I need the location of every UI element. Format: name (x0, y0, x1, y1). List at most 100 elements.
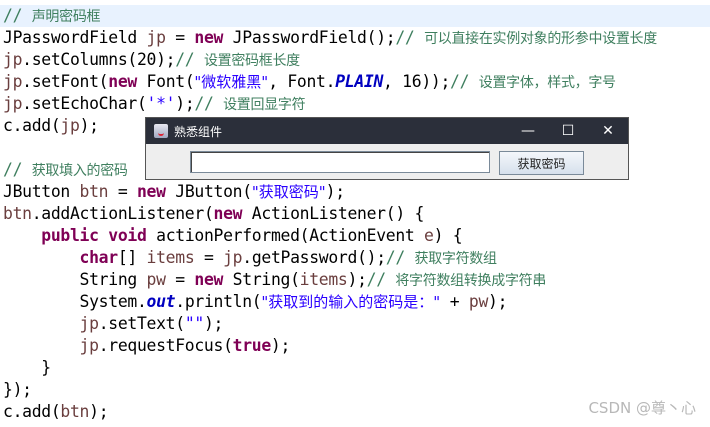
variable: pw (468, 292, 489, 311)
code-text: [] (117, 248, 147, 267)
code-line: jp.setEchoChar('*');// 设置回显字符 (3, 93, 710, 115)
variable: btn (79, 182, 109, 201)
code-line: jp.setText(""); (3, 313, 710, 335)
variable: jp (79, 314, 99, 333)
code-line: String pw = new String(items);// 将字符数组转换… (3, 269, 710, 291)
code-text: .getPassword(); (242, 248, 386, 267)
code-text: String (3, 270, 147, 289)
code-text: + (440, 292, 469, 311)
code-line: char[] items = jp.getPassword();// 获取字符数… (3, 247, 710, 269)
code-line: // 声明密码框 (0, 5, 710, 27)
code-text: .requestFocus( (98, 336, 233, 355)
code-editor[interactable]: // 声明密码框 JPasswordField jp = new JPasswor… (0, 5, 710, 423)
code-text: c.add( (3, 402, 61, 421)
close-icon[interactable]: ✕ (588, 123, 628, 139)
keyword: char (79, 248, 119, 267)
string-literal: '*' (146, 94, 176, 113)
static-field: PLAIN (335, 72, 384, 91)
code-text: JButton( (165, 182, 252, 201)
password-field[interactable] (190, 151, 490, 173)
code-line: jp.setColumns(20);// 设置密码框长度 (3, 49, 710, 71)
variable: jp (223, 248, 243, 267)
code-text: .setText( (98, 314, 185, 333)
code-text: , 16)); (383, 72, 451, 91)
string-literal: "获取密码" (251, 183, 326, 201)
static-field: out (146, 292, 176, 311)
code-text: .setEchoChar( (22, 94, 147, 113)
code-line: JPasswordField jp = new JPasswordField()… (3, 27, 710, 49)
code-text: .addActionListener( (31, 204, 214, 223)
code-text: actionPerformed(ActionEvent (146, 226, 425, 245)
code-text: JButton (3, 182, 80, 201)
variable: items (146, 248, 195, 267)
code-text: JPasswordField(); (223, 28, 396, 47)
code-text: } (3, 358, 51, 377)
variable: btn (3, 204, 32, 223)
code-text: }); (3, 380, 32, 399)
comment: // 设置回显字符 (194, 94, 306, 113)
java-app-icon (154, 124, 168, 138)
window-titlebar[interactable]: 熟悉组件 — ☐ ✕ (146, 118, 628, 144)
variable: items (299, 270, 348, 289)
code-line: jp.requestFocus(true); (3, 335, 710, 357)
code-text: .setFont( (22, 72, 109, 91)
code-line: JButton btn = new JButton("获取密码"); (3, 181, 710, 203)
code-text: ); (270, 336, 291, 355)
code-text: Font( (136, 72, 195, 91)
variable: jp (146, 28, 166, 47)
comment: // 可以直接在实例对象的形参中设置长度 (395, 28, 657, 47)
variable: e (424, 226, 434, 245)
variable: jp (3, 72, 23, 91)
variable: jp (60, 116, 80, 135)
variable: btn (60, 402, 90, 421)
string-literal: "" (184, 314, 204, 333)
comment: // 获取填入的密码 (3, 160, 128, 179)
code-line: } (3, 357, 710, 379)
variable: jp (79, 336, 99, 355)
java-window: 熟悉组件 — ☐ ✕ 获取密码 (145, 117, 629, 180)
code-text: , Font. (268, 72, 336, 91)
string-literal: "微软雅黑" (194, 73, 269, 91)
keyword: new (194, 270, 224, 289)
minimize-icon[interactable]: — (508, 123, 548, 139)
code-text: JPasswordField (3, 28, 147, 47)
code-text: ); (347, 270, 367, 289)
keyword: public (41, 226, 99, 245)
code-line: jp.setFont(new Font("微软雅黑", Font.PLAIN, … (3, 71, 710, 93)
code-text: ); (79, 116, 99, 135)
maximize-icon[interactable]: ☐ (548, 123, 588, 139)
code-text: = (165, 270, 195, 289)
string-literal: "获取到的输入的密码是：" (261, 293, 441, 311)
window-title: 熟悉组件 (174, 124, 223, 139)
code-text: ); (175, 94, 195, 113)
code-text: ActionListener() { (242, 204, 425, 223)
code-text: ); (488, 292, 508, 311)
code-text: = (194, 248, 224, 267)
code-line: System.out.println("获取到的输入的密码是：" + pw); (3, 291, 710, 313)
code-text: = (165, 28, 195, 47)
code-text: ); (89, 402, 109, 421)
get-password-button[interactable]: 获取密码 (499, 151, 584, 175)
code-line: btn.addActionListener(new ActionListener… (3, 203, 710, 225)
comment: // 声明密码框 (3, 6, 101, 25)
keyword: new (108, 72, 137, 91)
keyword: new (194, 28, 224, 47)
code-line: public void actionPerformed(ActionEvent … (3, 225, 710, 247)
code-text: = (108, 182, 137, 201)
code-text: ); (325, 182, 345, 201)
variable: jp (3, 94, 23, 113)
code-text: System. (3, 292, 147, 311)
variable: pw (146, 270, 166, 289)
code-text: String( (223, 270, 300, 289)
code-text: .println( (175, 292, 262, 311)
comment: // 将字符数组转换成字符串 (366, 270, 547, 289)
code-text: ) { (433, 226, 463, 245)
comment: // 设置字体，样式，字号 (450, 72, 616, 91)
code-text: ); (203, 314, 224, 333)
keyword: void (108, 226, 147, 245)
